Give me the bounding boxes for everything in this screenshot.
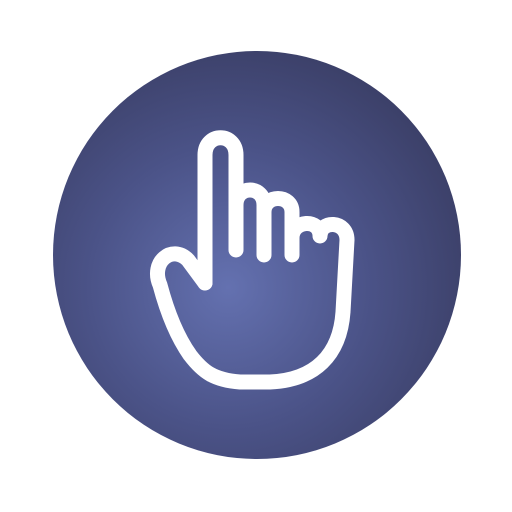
app-icon[interactable]	[0, 0, 512, 512]
icon-canvas	[0, 0, 512, 512]
